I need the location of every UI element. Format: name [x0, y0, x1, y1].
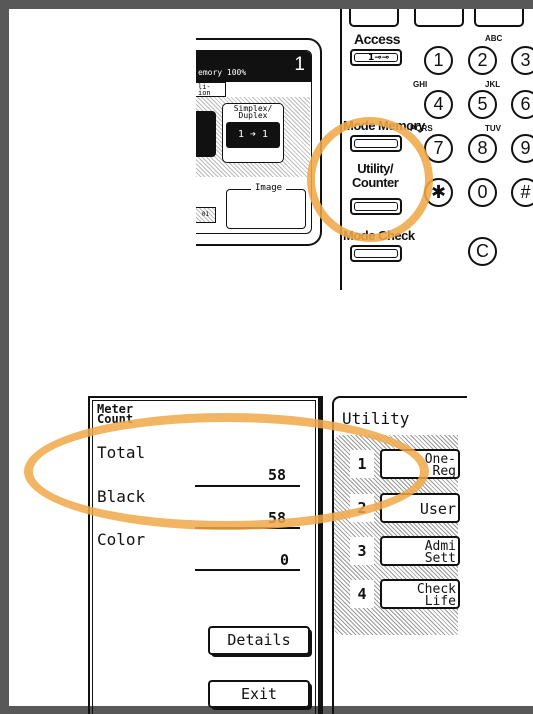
screen-small-button[interactable]: 01 [196, 207, 216, 223]
details-button-label: Details [227, 631, 291, 649]
screen-left-button[interactable] [196, 111, 216, 157]
touch-panel-screen: emory 100% 1 li- ion Simplex/ Duplex 1 ➔… [196, 50, 312, 234]
key-2[interactable]: 2 [468, 46, 497, 75]
highlight-ellipse-meter [24, 413, 429, 530]
key-letters-ghi: GHI [413, 80, 428, 89]
administrator-settings-button[interactable]: Admi Sett [380, 536, 460, 566]
screen-header: emory 100% 1 [196, 51, 311, 82]
exit-button-label: Exit [240, 685, 278, 703]
key-4[interactable]: 4 [424, 90, 453, 119]
key-icon: 1⊸⊸ [368, 53, 390, 63]
utility-item-label: Admi Sett [424, 539, 456, 566]
memory-indicator: emory 100% [198, 68, 247, 77]
top-button-stub[interactable] [349, 9, 399, 27]
key-0[interactable]: 0 [468, 178, 497, 207]
color-value: 0 [280, 551, 290, 569]
highlight-circle-utility [307, 117, 433, 242]
utility-item-label: Check Life [416, 582, 456, 609]
mode-check-button[interactable] [350, 245, 402, 262]
key-9[interactable]: 9 [511, 134, 533, 163]
simplex-duplex-value: 1 ➔ 1 [226, 122, 280, 148]
key-8[interactable]: 8 [468, 134, 497, 163]
tab-application[interactable]: li- ion [196, 82, 226, 97]
key-5[interactable]: 5 [468, 90, 497, 119]
access-label: Access [354, 31, 401, 47]
check-consumable-life-button[interactable]: Check Life [380, 579, 460, 609]
top-button-stub[interactable] [474, 9, 524, 27]
key-letters-jkl: JKL [485, 80, 501, 89]
utility-item-number: 3 [350, 537, 374, 565]
access-button[interactable]: 1⊸⊸ [350, 49, 402, 66]
key-1[interactable]: 1 [424, 46, 453, 75]
key-letters-pqrs: PQRS [410, 124, 433, 133]
key-3[interactable]: 3 [511, 46, 533, 75]
color-underline [195, 569, 300, 571]
simplex-duplex-label: Simplex/ Duplex [233, 104, 273, 120]
key-letters-abc: ABC [485, 34, 503, 43]
exit-button[interactable]: Exit [208, 680, 312, 710]
image-group: Image [226, 183, 306, 229]
utility-item-number: 4 [350, 580, 374, 608]
key-letters-tuv: TUV [485, 124, 501, 133]
key-6[interactable]: 6 [511, 90, 533, 119]
key-clear[interactable]: C [468, 237, 497, 266]
details-button[interactable]: Details [208, 626, 312, 657]
color-label: Color [97, 530, 146, 549]
copy-count: 1 [294, 54, 305, 75]
image-group-label: Image [251, 183, 287, 193]
simplex-duplex-button[interactable]: Simplex/ Duplex 1 ➔ 1 [222, 103, 284, 163]
top-button-stub[interactable] [414, 9, 464, 27]
key-hash[interactable]: # [511, 178, 533, 207]
